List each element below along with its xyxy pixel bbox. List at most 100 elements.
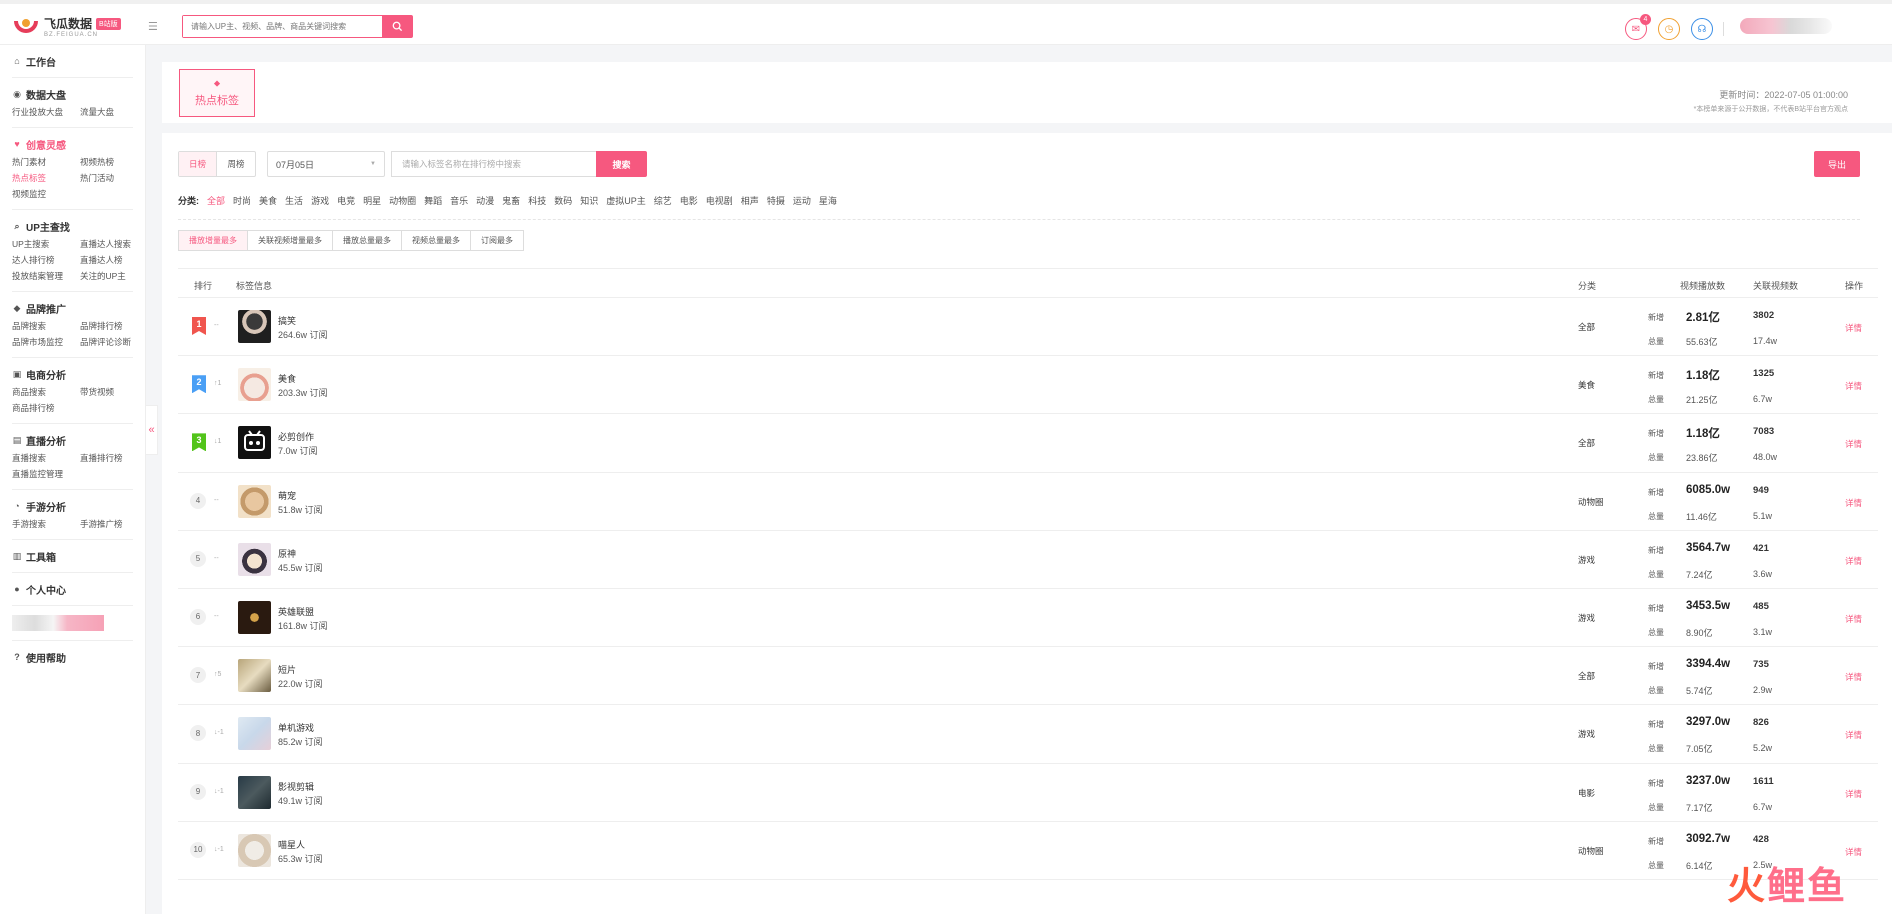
category-14[interactable]: 知识 bbox=[580, 194, 598, 207]
category-3[interactable]: 生活 bbox=[285, 194, 303, 207]
sidebar-item-talent-rank[interactable]: 达人排行榜 bbox=[12, 254, 80, 266]
detail-link[interactable]: 详情 bbox=[1845, 613, 1862, 625]
weekly-tab[interactable]: 周榜 bbox=[217, 152, 255, 176]
sort-tab-1[interactable]: 关联视频增量最多 bbox=[248, 231, 333, 250]
sidebar-section-creative[interactable]: ♥ 创意灵感 bbox=[12, 137, 133, 152]
category-11[interactable]: 鬼畜 bbox=[502, 194, 520, 207]
sidebar-item-video-hotlist[interactable]: 视频热榜 bbox=[80, 156, 148, 168]
detail-link[interactable]: 详情 bbox=[1845, 438, 1862, 450]
tag-avatar[interactable] bbox=[238, 717, 271, 751]
tag-name[interactable]: 美食 bbox=[278, 372, 296, 385]
category-5[interactable]: 电竞 bbox=[337, 194, 355, 207]
tag-name[interactable]: 英雄联盟 bbox=[278, 605, 314, 618]
sidebar-item-goods-rank[interactable]: 商品排行榜 bbox=[12, 402, 80, 414]
category-20[interactable]: 特摄 bbox=[767, 194, 785, 207]
detail-link[interactable]: 详情 bbox=[1845, 380, 1862, 392]
detail-link[interactable]: 详情 bbox=[1845, 846, 1862, 858]
tag-name[interactable]: 短片 bbox=[278, 663, 296, 676]
tag-name[interactable]: 影视剪辑 bbox=[278, 780, 314, 793]
tag-name[interactable]: 喵星人 bbox=[278, 838, 305, 851]
sidebar-item-traffic-dashboard[interactable]: 流量大盘 bbox=[80, 106, 148, 118]
detail-link[interactable]: 详情 bbox=[1845, 788, 1862, 800]
sidebar-item-live-rank[interactable]: 直播排行榜 bbox=[80, 452, 148, 464]
sidebar-item-personal[interactable]: ● 个人中心 bbox=[12, 582, 133, 597]
rank-search-button[interactable]: 搜索 bbox=[596, 151, 647, 177]
sidebar-item-workbench[interactable]: ⌂ 工作台 bbox=[12, 54, 133, 69]
search-button[interactable] bbox=[382, 16, 412, 37]
category-9[interactable]: 音乐 bbox=[450, 194, 468, 207]
category-13[interactable]: 数码 bbox=[554, 194, 572, 207]
tag-avatar[interactable] bbox=[238, 775, 271, 809]
sidebar-item-brand-comments[interactable]: 品牌评论诊断 bbox=[80, 336, 148, 348]
sidebar-section-mobile-games[interactable]: ◔ 手游分析 bbox=[12, 499, 133, 514]
category-16[interactable]: 综艺 bbox=[654, 194, 672, 207]
detail-link[interactable]: 详情 bbox=[1845, 497, 1862, 509]
global-search-input[interactable] bbox=[183, 16, 382, 37]
sidebar-item-hot-material[interactable]: 热门素材 bbox=[12, 156, 80, 168]
tag-avatar[interactable] bbox=[238, 542, 271, 576]
sort-tab-0[interactable]: 播放增量最多 bbox=[179, 231, 248, 250]
sidebar-item-live-monitor[interactable]: 直播监控管理 bbox=[12, 468, 80, 480]
tag-avatar[interactable] bbox=[238, 426, 271, 460]
category-2[interactable]: 美食 bbox=[259, 194, 277, 207]
sidebar-item-campaign-mgmt[interactable]: 投放结案管理 bbox=[12, 270, 80, 282]
category-15[interactable]: 虚拟UP主 bbox=[606, 194, 646, 207]
sidebar-section-live[interactable]: ▤ 直播分析 bbox=[12, 433, 133, 448]
sidebar-item-brand-rank[interactable]: 品牌排行榜 bbox=[80, 320, 148, 332]
tag-name[interactable]: 必剪创作 bbox=[278, 430, 314, 443]
category-8[interactable]: 舞蹈 bbox=[424, 194, 442, 207]
tag-avatar[interactable] bbox=[238, 833, 271, 867]
detail-link[interactable]: 详情 bbox=[1845, 729, 1862, 741]
sidebar-section-brand[interactable]: ◆ 品牌推广 bbox=[12, 301, 133, 316]
sidebar-item-toolbox[interactable]: ▥ 工具箱 bbox=[12, 549, 133, 564]
date-select[interactable]: 07月05日 ▼ bbox=[267, 151, 385, 177]
sidebar-item-brand-search[interactable]: 品牌搜索 bbox=[12, 320, 80, 332]
category-12[interactable]: 科技 bbox=[528, 194, 546, 207]
user-account-avatar[interactable] bbox=[1740, 18, 1832, 34]
sidebar-section-dashboard[interactable]: ◉ 数据大盘 bbox=[12, 87, 133, 102]
tag-name[interactable]: 单机游戏 bbox=[278, 721, 314, 734]
menu-toggle-icon[interactable]: ☰ bbox=[148, 20, 158, 33]
message-icon[interactable]: ✉ 4 bbox=[1625, 14, 1651, 40]
sidebar-item-hot-events[interactable]: 热门活动 bbox=[80, 172, 148, 184]
tag-avatar[interactable] bbox=[238, 368, 271, 402]
sidebar-item-help[interactable]: ? 使用帮助 bbox=[12, 650, 133, 665]
tag-avatar[interactable] bbox=[238, 484, 271, 518]
sidebar-section-ecommerce[interactable]: ▣ 电商分析 bbox=[12, 367, 133, 382]
category-4[interactable]: 游戏 bbox=[311, 194, 329, 207]
detail-link[interactable]: 详情 bbox=[1845, 322, 1862, 334]
category-0[interactable]: 全部 bbox=[207, 194, 225, 207]
tag-name[interactable]: 原神 bbox=[278, 547, 296, 560]
category-10[interactable]: 动漫 bbox=[476, 194, 494, 207]
category-22[interactable]: 星海 bbox=[819, 194, 837, 207]
sidebar-item-up-search[interactable]: UP主搜索 bbox=[12, 238, 80, 250]
history-clock-icon[interactable]: ◷ bbox=[1658, 18, 1680, 40]
category-1[interactable]: 时尚 bbox=[233, 194, 251, 207]
sidebar-item-brand-monitor[interactable]: 品牌市场监控 bbox=[12, 336, 80, 348]
hot-tags-tab[interactable]: ⬥ 热点标签 bbox=[179, 69, 255, 117]
tag-name[interactable]: 萌宠 bbox=[278, 489, 296, 502]
category-6[interactable]: 明星 bbox=[363, 194, 381, 207]
rank-search-input[interactable]: 请输入标签名称在排行榜中搜索 bbox=[391, 151, 596, 177]
detail-link[interactable]: 详情 bbox=[1845, 671, 1862, 683]
sort-tab-3[interactable]: 视频总量最多 bbox=[402, 231, 471, 250]
export-button[interactable]: 导出 bbox=[1814, 151, 1860, 177]
category-7[interactable]: 动物圈 bbox=[389, 194, 416, 207]
sort-tab-2[interactable]: 播放总量最多 bbox=[333, 231, 402, 250]
sidebar-item-goods-search[interactable]: 商品搜索 bbox=[12, 386, 80, 398]
sidebar-item-followed-up[interactable]: 关注的UP主 bbox=[80, 270, 148, 282]
daily-tab[interactable]: 日榜 bbox=[179, 152, 217, 176]
tag-avatar[interactable] bbox=[238, 600, 271, 634]
collapse-sidebar-button[interactable]: « bbox=[146, 405, 158, 455]
sort-tab-4[interactable]: 订阅最多 bbox=[471, 231, 523, 250]
tag-name[interactable]: 搞笑 bbox=[278, 314, 296, 327]
detail-link[interactable]: 详情 bbox=[1845, 555, 1862, 567]
sidebar-item-video-monitor[interactable]: 视频监控 bbox=[12, 188, 80, 200]
sidebar-item-live-talent-rank[interactable]: 直播达人榜 bbox=[80, 254, 148, 266]
sidebar-item-game-search[interactable]: 手游搜索 bbox=[12, 518, 80, 530]
sidebar-item-goods-videos[interactable]: 带货视频 bbox=[80, 386, 148, 398]
category-18[interactable]: 电视剧 bbox=[706, 194, 733, 207]
sidebar-section-up-search[interactable]: ⌕ UP主查找 bbox=[12, 219, 133, 234]
tag-avatar[interactable] bbox=[238, 659, 271, 693]
sidebar-item-industry-dashboard[interactable]: 行业投放大盘 bbox=[12, 106, 80, 118]
